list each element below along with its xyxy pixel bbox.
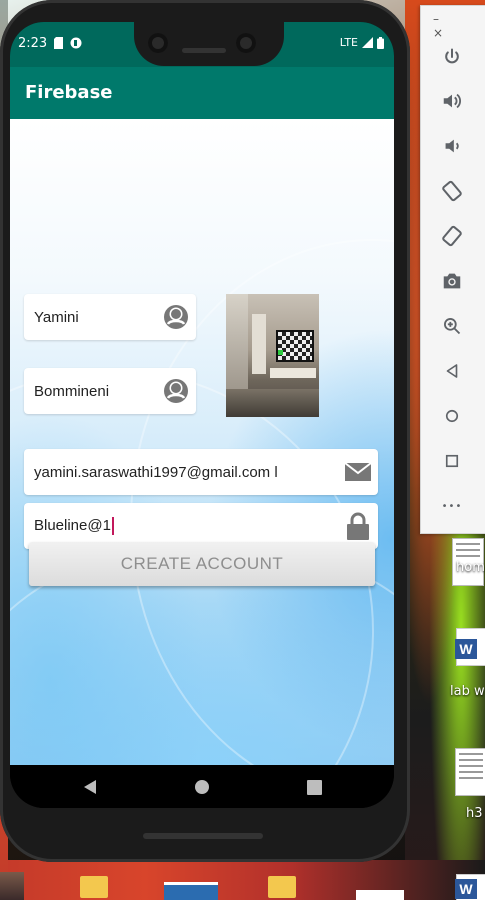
volume-down-icon[interactable] (439, 133, 465, 159)
home-icon[interactable] (439, 403, 465, 429)
phone-screen: 2:23 LTE Firebase Yamini Bommineni yamin… (10, 22, 394, 808)
front-camera (148, 33, 168, 53)
document-thumbnail-icon[interactable] (356, 890, 404, 900)
bottom-speaker (143, 833, 263, 839)
folder-icon[interactable] (268, 876, 296, 898)
app-title: Firebase (25, 82, 113, 103)
battery-icon (377, 36, 384, 49)
front-camera (236, 33, 256, 53)
minimize-button[interactable]: – (433, 12, 439, 26)
camera-icon[interactable] (439, 268, 465, 294)
power-icon[interactable] (439, 44, 465, 70)
back-icon[interactable] (439, 358, 465, 384)
email-field[interactable]: yamini.saraswathi1997@gmail.com l (24, 449, 378, 495)
overview-icon[interactable] (439, 448, 465, 474)
close-button[interactable]: × (433, 26, 443, 40)
person-icon (156, 375, 196, 407)
volume-up-icon[interactable] (439, 88, 465, 114)
word-document-icon[interactable]: W (455, 874, 485, 900)
app-notification-icon (70, 37, 82, 49)
person-icon (156, 301, 196, 333)
desktop-icon-label[interactable]: hom (456, 560, 485, 575)
first-name-value: Yamini (34, 308, 79, 326)
sd-card-icon (54, 37, 63, 49)
profile-photo[interactable] (226, 294, 319, 417)
user-photo-icon[interactable] (0, 872, 24, 900)
more-icon[interactable]: ••• (439, 493, 465, 519)
text-cursor (111, 517, 114, 536)
rotate-left-icon[interactable] (439, 178, 465, 204)
zoom-icon[interactable] (439, 313, 465, 339)
password-value: Blueline@1 (34, 516, 111, 534)
network-type: LTE (339, 36, 358, 49)
desktop-icon-label[interactable]: h3 (466, 806, 483, 821)
status-bar: 2:23 LTE (10, 22, 394, 67)
rotate-right-icon[interactable] (439, 223, 465, 249)
first-name-field[interactable]: Yamini (24, 294, 196, 340)
emulator-toolbar: – × ••• (420, 5, 485, 534)
email-value: yamini.saraswathi1997@gmail.com l (34, 463, 278, 481)
form-content: Yamini Bommineni yamini.saraswathi1997@g… (10, 119, 394, 765)
envelope-icon (338, 456, 378, 488)
navigation-bar (10, 765, 394, 808)
desktop-file-icon[interactable] (455, 748, 485, 796)
create-account-button[interactable]: CREATE ACCOUNT (29, 542, 375, 586)
signal-icon (362, 37, 373, 48)
phone-frame: 2:23 LTE Firebase Yamini Bommineni yamin… (0, 0, 410, 862)
nav-overview-icon[interactable] (302, 775, 326, 799)
nav-home-icon[interactable] (190, 775, 214, 799)
desktop-taskbar-area (0, 860, 485, 900)
folder-icon[interactable] (80, 876, 108, 898)
desktop-icon-label[interactable]: lab w (450, 684, 485, 699)
status-time: 2:23 (18, 36, 48, 51)
window-thumbnail-icon[interactable] (164, 882, 218, 900)
app-bar: Firebase (10, 67, 394, 119)
nav-back-icon[interactable] (78, 775, 102, 799)
last-name-field[interactable]: Bommineni (24, 368, 196, 414)
lock-icon (338, 510, 378, 542)
camera-notch (134, 22, 284, 66)
last-name-value: Bommineni (34, 382, 110, 400)
word-document-icon[interactable]: W (455, 628, 485, 666)
earpiece-speaker (182, 48, 226, 53)
